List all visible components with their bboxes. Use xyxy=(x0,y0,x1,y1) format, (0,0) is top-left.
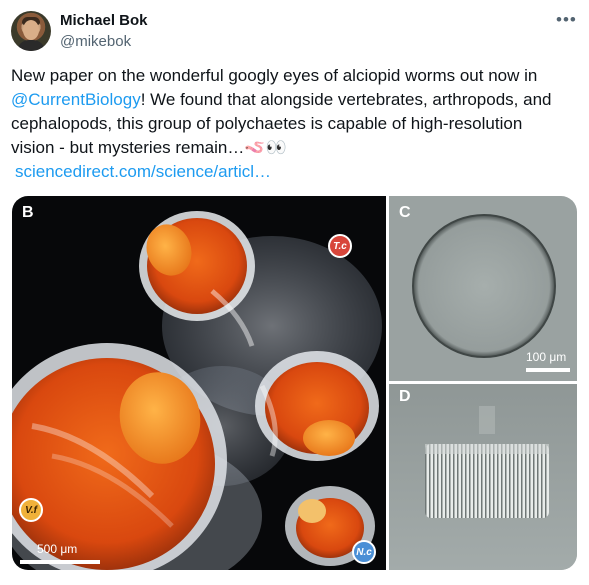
more-options-icon[interactable]: ••• xyxy=(556,10,577,30)
article-link[interactable]: sciencedirect.com/science/articl… xyxy=(11,160,583,184)
media-grid[interactable]: B T.c V.f N.c 500 μm C 100 μm D xyxy=(12,196,577,570)
worm-eyes-emoji-icon: 🪱👀 xyxy=(244,138,287,157)
panel-b-photo[interactable]: B T.c V.f N.c 500 μm xyxy=(12,196,386,570)
panel-d-micrograph[interactable]: D xyxy=(389,384,577,570)
badge-vf: V.f xyxy=(19,498,43,522)
avatar-face xyxy=(23,20,39,40)
tweet-line-4-text: vision - but mysteries remain… xyxy=(11,138,245,157)
panel-b-scale-label: 500 μm xyxy=(37,542,78,556)
tweet-line-4: vision - but mysteries remain…🪱👀 xyxy=(11,136,583,160)
panel-d-label: D xyxy=(399,388,411,405)
avatar[interactable] xyxy=(11,11,51,51)
badge-tc: T.c xyxy=(328,234,352,258)
panel-b-scale-bar xyxy=(20,560,100,564)
mention-link[interactable]: @CurrentBiology xyxy=(11,90,141,109)
panel-c-scale-label: 100 μm xyxy=(526,350,567,364)
author-handle[interactable]: @mikebok xyxy=(60,33,131,50)
tweet-line-2-text: ! We found that alongside vertebrates, a… xyxy=(140,90,552,109)
avatar-shirt xyxy=(17,40,45,51)
author-name[interactable]: Michael Bok xyxy=(60,12,148,29)
panel-c-scale-bar xyxy=(526,368,570,372)
tweet-text: New paper on the wonderful googly eyes o… xyxy=(11,64,583,184)
badge-nc: N.c xyxy=(352,540,376,564)
tweet-line-1: New paper on the wonderful googly eyes o… xyxy=(11,66,538,85)
panel-c-micrograph[interactable]: C 100 μm xyxy=(389,196,577,381)
panel-b-label: B xyxy=(22,204,34,221)
tweet-line-2: @CurrentBiology! We found that alongside… xyxy=(11,88,583,112)
panel-c-label: C xyxy=(399,204,411,221)
tweet-line-3: cephalopods, this group of polychaetes i… xyxy=(11,114,523,133)
grating-image-illustration xyxy=(389,384,577,570)
